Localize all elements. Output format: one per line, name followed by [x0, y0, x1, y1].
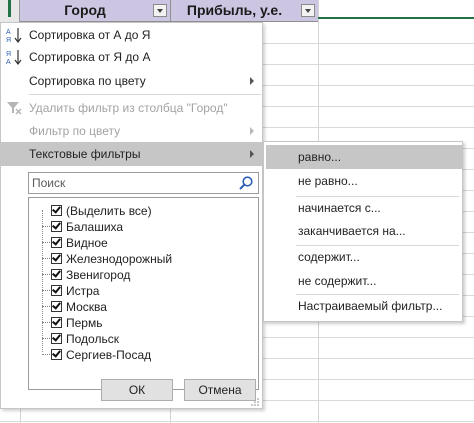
filter-by-color-label: Фильтр по цвету	[29, 124, 121, 138]
filter-begins-with-label: начинается с...	[298, 201, 381, 215]
list-item-label: Пермь	[66, 316, 103, 330]
checkbox[interactable]	[51, 237, 62, 248]
filter-contains-label: содержит...	[298, 250, 360, 264]
sort-a-to-z-item[interactable]: А Я Сортировка от А до Я	[1, 23, 263, 47]
filter-not-contains-item[interactable]: не содержит...	[266, 269, 462, 293]
filter-custom-label: Настраиваемый фильтр...	[298, 299, 443, 313]
list-item-label: Видное	[66, 236, 108, 250]
text-filters-submenu: равно... не равно... начинается с... зак…	[263, 141, 463, 322]
ok-button[interactable]: ОК	[101, 379, 173, 401]
list-item[interactable]: Сергиев-Посад	[29, 346, 258, 364]
header-bottom-border	[318, 17, 474, 19]
svg-text:Я: Я	[6, 51, 11, 58]
active-row-indicator	[8, 0, 11, 17]
filter-equals-item[interactable]: равно...	[266, 145, 462, 169]
search-icon	[239, 176, 253, 190]
search-box[interactable]: Поиск	[28, 172, 259, 194]
resize-grip-icon[interactable]	[251, 398, 259, 406]
sort-z-to-a-item[interactable]: Я А Сортировка от Я до А	[1, 45, 263, 69]
filter-not-equals-label: не равно...	[298, 174, 358, 188]
submenu-arrow-icon	[250, 150, 254, 158]
sort-a-to-z-label: Сортировка от А до Я	[29, 28, 151, 42]
sort-by-color-label: Сортировка по цвету	[29, 74, 146, 88]
filter-ends-with-label: заканчивается на...	[298, 224, 406, 238]
autofilter-menu: А Я Сортировка от А до Я Я А Сортировка …	[0, 22, 263, 409]
list-item-label: Звенигород	[66, 268, 131, 282]
filter-begins-with-item[interactable]: начинается с...	[266, 196, 462, 220]
filter-dropdown-button-profit[interactable]	[301, 4, 315, 17]
clear-filter-label: Удалить фильтр из столбца "Город"	[29, 101, 228, 115]
filter-dropdown-button-city[interactable]	[153, 4, 167, 17]
svg-text:А: А	[6, 59, 11, 66]
list-item-label: Балашиха	[66, 220, 124, 234]
checkbox[interactable]	[51, 301, 62, 312]
column-header-city-label: Город	[64, 2, 106, 18]
list-item-label: Железнодорожный	[66, 252, 173, 266]
filter-not-contains-label: не содержит...	[298, 274, 377, 288]
cancel-button[interactable]: Отмена	[184, 379, 256, 401]
filter-by-color-item[interactable]: Фильтр по цвету	[1, 119, 263, 143]
row-gridline	[0, 421, 474, 422]
list-item-label: Истра	[66, 284, 100, 298]
filter-not-equals-item[interactable]: не равно...	[266, 169, 462, 193]
checkbox[interactable]	[51, 285, 62, 296]
list-item-label: (Выделить все)	[66, 204, 152, 218]
checkbox[interactable]	[51, 349, 62, 360]
checkbox[interactable]	[51, 317, 62, 328]
clear-filter-item[interactable]: Удалить фильтр из столбца "Город"	[1, 96, 263, 120]
search-placeholder: Поиск	[32, 176, 66, 190]
sort-ascending-icon: А Я	[6, 28, 22, 44]
list-item-label: Москва	[66, 300, 107, 314]
text-filters-label: Текстовые фильтры	[29, 147, 141, 161]
column-header-profit-label: Прибыль, у.е.	[186, 2, 283, 18]
column-header-city: Город	[20, 0, 170, 22]
submenu-arrow-icon	[250, 127, 254, 135]
list-item-label: Подольск	[66, 332, 119, 346]
text-filters-item[interactable]: Текстовые фильтры	[1, 142, 263, 166]
sort-by-color-item[interactable]: Сортировка по цвету	[1, 69, 263, 93]
filter-ends-with-item[interactable]: заканчивается на...	[266, 219, 462, 243]
checkbox[interactable]	[51, 269, 62, 280]
checkbox[interactable]	[51, 333, 62, 344]
sort-descending-icon: Я А	[6, 50, 22, 66]
checkbox[interactable]	[51, 221, 62, 232]
list-item-label: Сергиев-Посад	[66, 348, 152, 362]
filter-contains-item[interactable]: содержит...	[266, 245, 462, 269]
svg-text:Я: Я	[6, 37, 11, 44]
values-list: (Выделить все) Балашиха Видное Железнодо…	[28, 197, 259, 390]
menu-separator	[29, 94, 261, 95]
checkbox[interactable]	[51, 253, 62, 264]
sort-z-to-a-label: Сортировка от Я до А	[29, 50, 151, 64]
svg-text:А: А	[6, 29, 11, 36]
clear-filter-icon	[7, 102, 22, 115]
checkbox[interactable]	[51, 205, 62, 216]
column-header-profit: Прибыль, у.е.	[170, 0, 318, 22]
submenu-arrow-icon	[250, 77, 254, 85]
filter-custom-item[interactable]: Настраиваемый фильтр...	[266, 294, 462, 318]
filter-equals-label: равно...	[298, 150, 342, 164]
